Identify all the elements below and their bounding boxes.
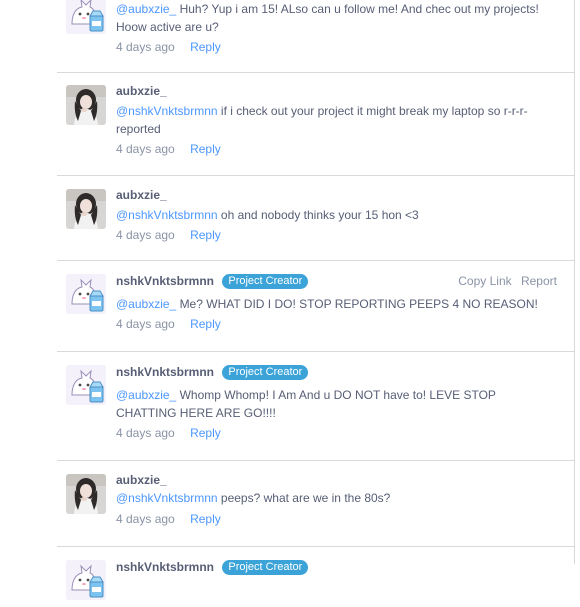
comment-header: nshkVnktsbrmnn Project Creator — [116, 365, 560, 380]
mention-link[interactable]: @nshkVnktsbrmnn — [116, 104, 218, 118]
comment-text: @nshkVnktsbrmnn oh and nobody thinks you… — [116, 206, 560, 224]
reply-button[interactable]: Reply — [190, 142, 221, 156]
comment-body-line2: CHATTING HERE ARE GO!!!! — [116, 406, 276, 420]
cat-milk-avatar-icon — [66, 274, 106, 314]
comment-thread: @aubxzie_ Huh? Yup i am 15! ALso can u f… — [57, 0, 575, 600]
cat-milk-avatar-icon — [66, 365, 106, 405]
comment-text: @nshkVnktsbrmnn if i check out your proj… — [116, 102, 560, 138]
comment-time: 4 days ago — [116, 512, 175, 526]
comment-meta: 4 days ago Reply — [116, 228, 560, 242]
comment-body-line2: Hoow active are u? — [116, 20, 219, 34]
comment-body: Whomp Whomp! I Am And u DO NOT have to! … — [179, 388, 496, 402]
comment-body: Huh? Yup i am 15! ALso can u follow me! … — [179, 2, 539, 16]
user-avatar[interactable] — [66, 0, 106, 34]
comment-meta: 4 days ago Reply — [116, 142, 560, 156]
mention-link[interactable]: @aubxzie_ — [116, 2, 176, 16]
project-creator-badge: Project Creator — [222, 560, 309, 575]
comment-text: @aubxzie_ Me? WHAT DID I DO! STOP REPORT… — [116, 295, 560, 313]
girl-photo-avatar-icon — [66, 85, 106, 125]
cat-milk-avatar-icon — [66, 560, 106, 600]
comment-time: 4 days ago — [116, 40, 175, 54]
comment-username[interactable]: nshkVnktsbrmnn — [116, 365, 214, 379]
comment-text: @aubxzie_ Whomp Whomp! I Am And u DO NOT… — [116, 386, 560, 422]
comment-time: 4 days ago — [116, 228, 175, 242]
comment-username[interactable]: nshkVnktsbrmnn — [116, 560, 214, 574]
comment-item: @aubxzie_ Huh? Yup i am 15! ALso can u f… — [57, 0, 574, 73]
reply-button[interactable]: Reply — [190, 426, 221, 440]
comment-username[interactable]: aubxzie_ — [116, 188, 560, 202]
reply-button[interactable]: Reply — [190, 228, 221, 242]
girl-photo-avatar-icon — [66, 474, 106, 514]
comment-meta: 4 days ago Reply — [116, 426, 560, 440]
comment-body: Me? WHAT DID I DO! STOP REPORTING PEEPS … — [179, 297, 538, 311]
comment-meta: 4 days ago Reply — [116, 40, 560, 54]
user-avatar[interactable] — [66, 560, 106, 600]
reply-button[interactable]: Reply — [190, 40, 221, 54]
comment-meta: 4 days ago Reply — [116, 512, 560, 526]
comment-item: nshkVnktsbrmnn Project Creator @aubxzie_… — [57, 352, 574, 461]
reply-button[interactable]: Reply — [190, 512, 221, 526]
comment-text: @nshkVnktsbrmnn peeps? what are we in th… — [116, 489, 560, 507]
project-creator-badge: Project Creator — [222, 365, 309, 380]
mention-link[interactable]: @nshkVnktsbrmnn — [116, 208, 218, 222]
comment-item: Copy Link Report nshkVnktsbrmnn Project … — [57, 261, 574, 352]
comment-body: if i check out your project it might bre… — [220, 104, 528, 118]
comment-item: aubxzie_ @nshkVnktsbrmnn if i check out … — [57, 72, 574, 176]
user-avatar[interactable] — [66, 274, 106, 314]
comment-time: 4 days ago — [116, 426, 175, 440]
comment-meta: 4 days ago Reply — [116, 317, 560, 331]
mention-link[interactable]: @nshkVnktsbrmnn — [116, 491, 218, 505]
comment-time: 4 days ago — [116, 317, 175, 331]
comment-username[interactable]: aubxzie_ — [116, 84, 560, 98]
comment-header: nshkVnktsbrmnn Project Creator — [116, 560, 560, 575]
comment-username[interactable]: aubxzie_ — [116, 473, 560, 487]
user-avatar[interactable] — [66, 474, 106, 514]
comment-body: peeps? what are we in the 80s? — [220, 491, 391, 505]
comment-header: nshkVnktsbrmnn Project Creator — [116, 274, 560, 289]
comment-item: nshkVnktsbrmnn Project Creator — [57, 547, 574, 607]
comment-time: 4 days ago — [116, 142, 175, 156]
comment-text: @aubxzie_ Huh? Yup i am 15! ALso can u f… — [116, 0, 560, 36]
mention-link[interactable]: @aubxzie_ — [116, 297, 176, 311]
mention-link[interactable]: @aubxzie_ — [116, 388, 176, 402]
girl-photo-avatar-icon — [66, 189, 106, 229]
comment-item: aubxzie_ @nshkVnktsbrmnn peeps? what are… — [57, 461, 574, 547]
project-creator-badge: Project Creator — [222, 274, 309, 289]
user-avatar[interactable] — [66, 189, 106, 229]
cat-milk-avatar-icon — [66, 0, 106, 34]
user-avatar[interactable] — [66, 365, 106, 405]
comment-body-line2: reported — [116, 122, 161, 136]
comment-username[interactable]: nshkVnktsbrmnn — [116, 274, 214, 288]
user-avatar[interactable] — [66, 85, 106, 125]
comment-body: oh and nobody thinks your 15 hon <3 — [220, 208, 419, 222]
comment-item: aubxzie_ @nshkVnktsbrmnn oh and nobody t… — [57, 176, 574, 261]
reply-button[interactable]: Reply — [190, 317, 221, 331]
